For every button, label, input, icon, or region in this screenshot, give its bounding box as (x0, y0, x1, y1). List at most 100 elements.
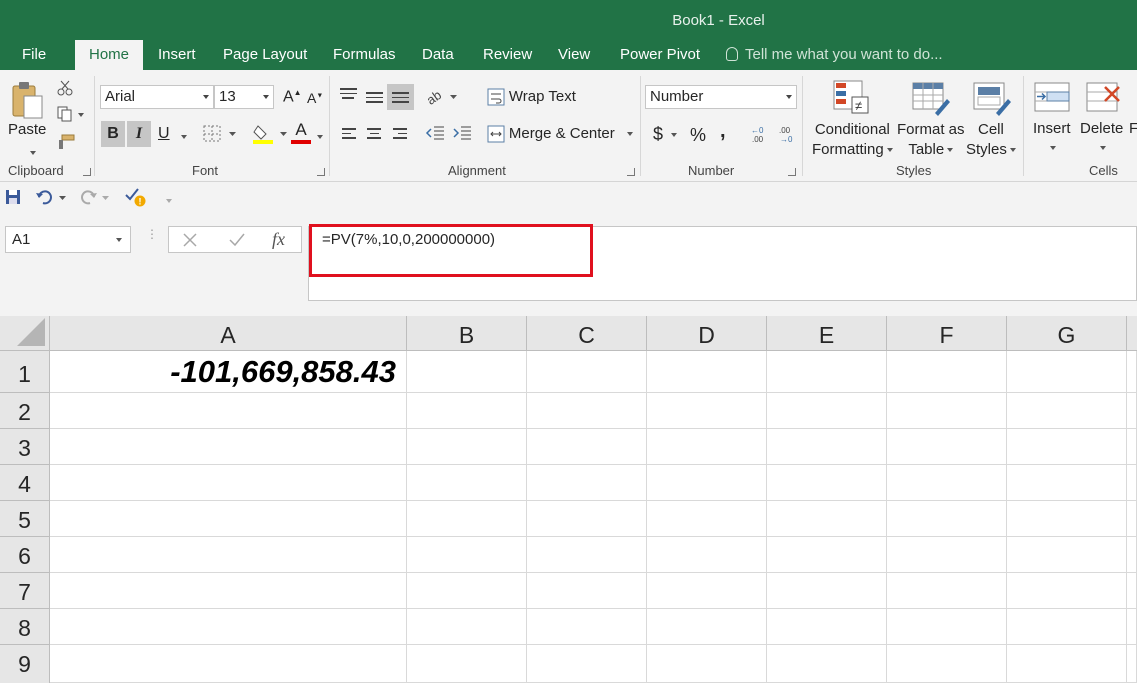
cell-f2[interactable] (887, 393, 1007, 429)
tell-me-search[interactable]: Tell me what you want to do... (726, 40, 943, 70)
cell-a7[interactable] (50, 573, 407, 609)
cell-d5[interactable] (647, 501, 767, 537)
column-header-c[interactable]: C (527, 316, 647, 351)
font-color-button[interactable]: A (291, 120, 311, 144)
cell-d3[interactable] (647, 429, 767, 465)
number-launcher[interactable] (788, 168, 796, 176)
percent-button[interactable]: % (690, 125, 706, 146)
cell-b5[interactable] (407, 501, 527, 537)
row-header-9[interactable]: 9 (0, 645, 50, 683)
tab-page-layout[interactable]: Page Layout (210, 40, 320, 70)
comma-style-button[interactable]: , (720, 120, 726, 143)
redo-icon[interactable] (80, 188, 114, 209)
cell-b8[interactable] (407, 609, 527, 645)
fill-color-button[interactable] (252, 122, 290, 149)
cell-a4[interactable] (50, 465, 407, 501)
shrink-font-icon[interactable]: A▼ (307, 90, 323, 106)
insert-cells-button[interactable]: Insert (1033, 120, 1071, 156)
cell-c8[interactable] (527, 609, 647, 645)
cell-g6[interactable] (1007, 537, 1127, 573)
tab-formulas[interactable]: Formulas (320, 40, 409, 70)
cell-c7[interactable] (527, 573, 647, 609)
cell-h8[interactable] (1127, 609, 1137, 645)
copy-icon[interactable] (57, 106, 85, 125)
wrap-text-button[interactable]: Wrap Text (487, 88, 576, 106)
cut-icon[interactable] (57, 80, 73, 99)
undo-icon[interactable] (35, 188, 69, 209)
bold-button[interactable]: B (101, 121, 125, 147)
column-header-a[interactable]: A (50, 316, 407, 351)
enter-check-icon[interactable] (229, 233, 245, 250)
tab-file[interactable]: File (9, 40, 59, 70)
merge-center-button[interactable]: Merge & Center (487, 125, 633, 143)
cell-e6[interactable] (767, 537, 887, 573)
row-header-8[interactable]: 8 (0, 609, 50, 645)
cell-h4[interactable] (1127, 465, 1137, 501)
cell-d4[interactable] (647, 465, 767, 501)
column-header-partial[interactable] (1127, 316, 1137, 351)
column-header-d[interactable]: D (647, 316, 767, 351)
cell-f9[interactable] (887, 645, 1007, 683)
cell-h6[interactable] (1127, 537, 1137, 573)
currency-button[interactable]: $ (653, 124, 678, 145)
cell-h9[interactable] (1127, 645, 1137, 683)
align-right-icon[interactable] (393, 128, 407, 142)
increase-indent-icon[interactable] (452, 125, 472, 144)
tab-insert[interactable]: Insert (145, 40, 209, 70)
cell-f1[interactable] (887, 351, 1007, 393)
customize-qat-dropdown[interactable] (163, 192, 172, 208)
align-center-icon[interactable] (367, 128, 381, 142)
paste-dropdown-arrow[interactable] (27, 144, 36, 160)
cell-a8[interactable] (50, 609, 407, 645)
save-icon[interactable] (5, 189, 21, 208)
cell-c1[interactable] (527, 351, 647, 393)
cell-d8[interactable] (647, 609, 767, 645)
name-box[interactable]: A1 (5, 226, 131, 253)
cell-g5[interactable] (1007, 501, 1127, 537)
cell-h3[interactable] (1127, 429, 1137, 465)
row-header-7[interactable]: 7 (0, 573, 50, 609)
cell-e2[interactable] (767, 393, 887, 429)
increase-decimal-icon[interactable]: ←0.00 (751, 125, 769, 148)
cell-a9[interactable] (50, 645, 407, 683)
cell-h2[interactable] (1127, 393, 1137, 429)
cell-f6[interactable] (887, 537, 1007, 573)
cell-f5[interactable] (887, 501, 1007, 537)
cell-b7[interactable] (407, 573, 527, 609)
column-header-f[interactable]: F (887, 316, 1007, 351)
align-left-icon[interactable] (342, 128, 356, 142)
cell-a3[interactable] (50, 429, 407, 465)
tab-power-pivot[interactable]: Power Pivot (607, 40, 713, 70)
cell-b3[interactable] (407, 429, 527, 465)
insert-function-button[interactable]: fx (272, 229, 285, 250)
row-header-5[interactable]: 5 (0, 501, 50, 537)
cell-h7[interactable] (1127, 573, 1137, 609)
cell-d7[interactable] (647, 573, 767, 609)
cell-e8[interactable] (767, 609, 887, 645)
font-name-dropdown[interactable]: Arial (100, 85, 214, 109)
cell-h1[interactable] (1127, 351, 1137, 393)
cell-f7[interactable] (887, 573, 1007, 609)
format-cells-button[interactable]: F (1129, 120, 1137, 137)
row-header-4[interactable]: 4 (0, 465, 50, 501)
font-launcher[interactable] (317, 168, 325, 176)
cell-a1-value[interactable]: -101,669,858.43 (50, 354, 396, 390)
paste-button[interactable] (10, 80, 44, 123)
format-painter-icon[interactable] (57, 134, 75, 153)
cell-e7[interactable] (767, 573, 887, 609)
delete-cells-button[interactable]: Delete (1080, 120, 1123, 156)
cell-b2[interactable] (407, 393, 527, 429)
conditional-formatting-button[interactable]: Conditional Formatting (812, 120, 893, 160)
column-header-e[interactable]: E (767, 316, 887, 351)
cell-b1[interactable] (407, 351, 527, 393)
number-format-dropdown[interactable]: Number (645, 85, 797, 109)
cell-d2[interactable] (647, 393, 767, 429)
cell-h5[interactable] (1127, 501, 1137, 537)
tab-data[interactable]: Data (409, 40, 467, 70)
clipboard-launcher[interactable] (83, 168, 91, 176)
cell-d9[interactable] (647, 645, 767, 683)
cell-f8[interactable] (887, 609, 1007, 645)
cell-g7[interactable] (1007, 573, 1127, 609)
cell-d6[interactable] (647, 537, 767, 573)
column-header-b[interactable]: B (407, 316, 527, 351)
